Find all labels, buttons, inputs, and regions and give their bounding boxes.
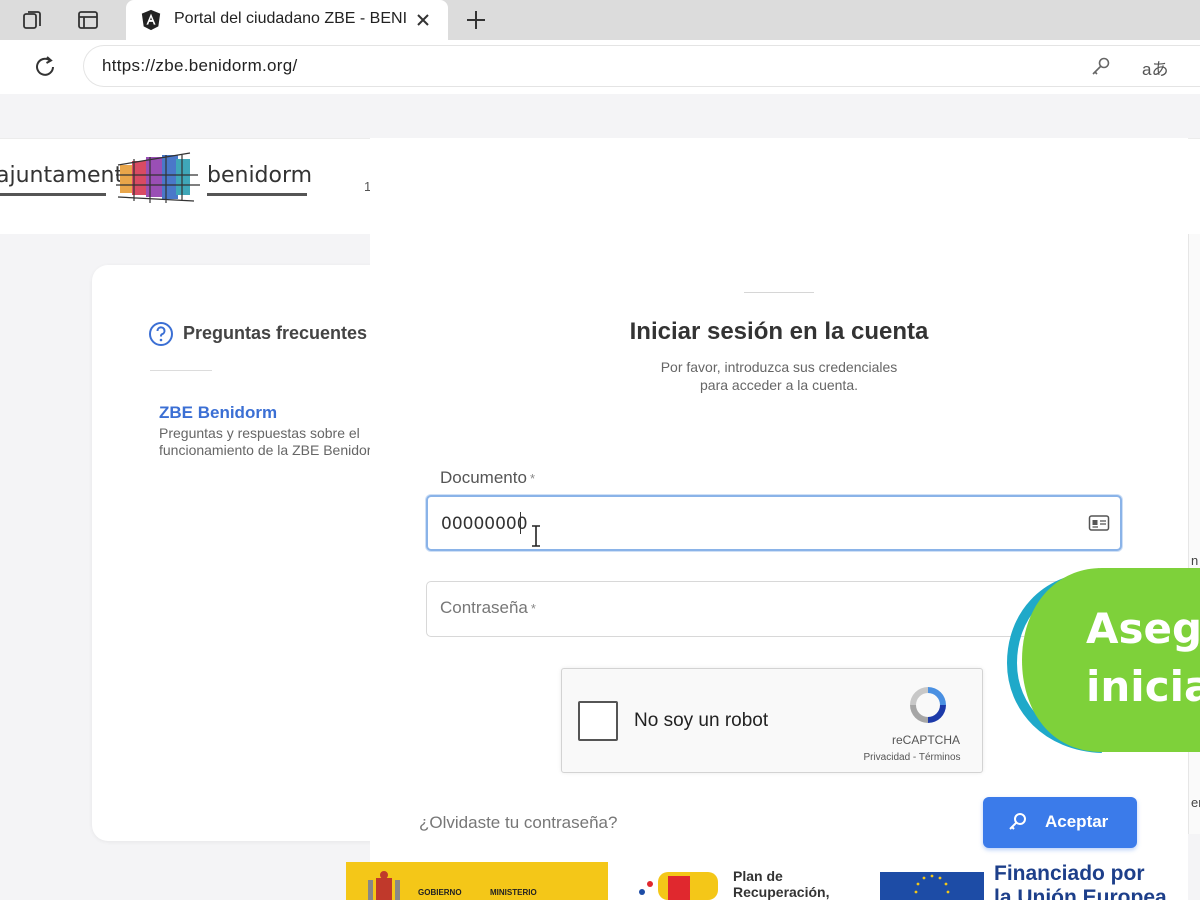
required-mark: * xyxy=(529,471,535,486)
accept-button-label: Aceptar xyxy=(1045,812,1109,831)
faq-divider xyxy=(150,370,212,371)
workspaces-icon[interactable] xyxy=(20,8,44,32)
plan-recuperacion-logo xyxy=(639,872,718,900)
text-caret xyxy=(520,512,521,534)
overlay-text-line2: iniciad xyxy=(1086,662,1200,711)
spain-coat-of-arms-icon xyxy=(368,871,400,900)
login-top-divider xyxy=(744,292,814,293)
logo-text-benidorm: benidorm xyxy=(207,163,313,188)
plan-recuperacion-text: Plan de Recuperación, xyxy=(733,868,829,900)
strip-text-1: n xyxy=(1191,553,1199,568)
eu-line2: la Unión Europea xyxy=(994,886,1167,900)
angular-favicon-icon xyxy=(141,9,161,31)
recaptcha-privacy-terms[interactable]: Privacidad - Términos xyxy=(852,752,972,763)
help-circle-icon xyxy=(149,322,173,346)
prtr-line1: Plan de xyxy=(733,868,783,884)
logo-underline-2 xyxy=(207,193,307,196)
recaptcha-label: No soy un robot xyxy=(634,710,769,731)
recaptcha-logo-icon xyxy=(910,687,946,723)
login-title: Iniciar sesión en la cuenta xyxy=(629,318,929,345)
login-subtitle: Por favor, introduzca sus credenciales p… xyxy=(579,358,979,394)
logo-underline xyxy=(0,193,106,196)
recaptcha-brand: reCAPTCHA xyxy=(891,733,960,747)
overlay-text-line1: Asegú xyxy=(1086,604,1200,653)
recaptcha-widget: No soy un robot reCAPTCHA Privacidad - T… xyxy=(561,668,983,773)
gobierno-ministerio-logo: GOBIERNO MINISTERIO xyxy=(346,862,608,900)
logo-text-ajuntament: ajuntament xyxy=(0,163,124,188)
close-tab-icon[interactable] xyxy=(414,11,432,29)
prtr-line2: Recuperación, xyxy=(733,884,830,900)
document-label-text: Documento xyxy=(440,468,527,487)
key-icon[interactable] xyxy=(1090,55,1112,77)
text-cursor-icon xyxy=(532,525,540,547)
gobierno-text: GOBIERNO xyxy=(418,888,462,897)
recaptcha-checkbox[interactable] xyxy=(578,701,618,741)
new-tab-icon[interactable] xyxy=(463,7,489,33)
ministerio-text: MINISTERIO xyxy=(490,888,537,897)
benidorm-building-logo[interactable] xyxy=(114,151,204,205)
password-placeholder-text: Contraseña xyxy=(440,598,528,617)
login-subtitle-line2: para acceder a la cuenta. xyxy=(700,377,858,393)
address-bar-row: https://zbe.benidorm.org/ aあ xyxy=(0,40,1200,94)
faq-title: Preguntas frecuentes xyxy=(183,323,368,343)
active-tab[interactable]: Portal del ciudadano ZBE - BENIDORM xyxy=(126,0,448,41)
faq-link-zbe-benidorm[interactable]: ZBE Benidorm xyxy=(159,403,277,423)
document-input[interactable]: 00000000 xyxy=(426,495,1122,551)
forgot-password-link[interactable]: ¿Olvidaste tu contraseña? xyxy=(419,813,617,833)
reload-icon[interactable] xyxy=(32,54,58,80)
eu-flag-icon xyxy=(880,872,984,900)
eu-funding-text: Financiado por la Unión Europea xyxy=(994,862,1167,900)
browser-tab-bar: Portal del ciudadano ZBE - BENIDORM xyxy=(0,0,1200,41)
login-panel: Iniciar sesión en la cuenta Por favor, i… xyxy=(370,138,1188,900)
password-placeholder: Contraseña * xyxy=(440,598,536,618)
url-text: https://zbe.benidorm.org/ xyxy=(102,56,298,75)
document-input-value: 00000000 xyxy=(441,514,528,534)
key-icon xyxy=(1009,813,1026,830)
tab-title: Portal del ciudadano ZBE - BENIDORM xyxy=(174,10,406,27)
accept-button[interactable]: Aceptar xyxy=(983,797,1137,848)
strip-text-2: er xyxy=(1191,795,1200,810)
id-card-icon xyxy=(1088,515,1110,531)
document-label: Documento * xyxy=(440,468,535,488)
tutorial-overlay-banner xyxy=(1006,568,1200,753)
required-mark: * xyxy=(530,601,536,616)
login-subtitle-line1: Por favor, introduzca sus credenciales xyxy=(660,359,898,375)
tab-actions-icon[interactable] xyxy=(76,8,100,32)
address-bar[interactable]: https://zbe.benidorm.org/ aあ xyxy=(84,46,1200,86)
eu-line1: Financiado por xyxy=(994,862,1145,885)
read-aloud-icon[interactable]: aあ xyxy=(1142,55,1168,80)
